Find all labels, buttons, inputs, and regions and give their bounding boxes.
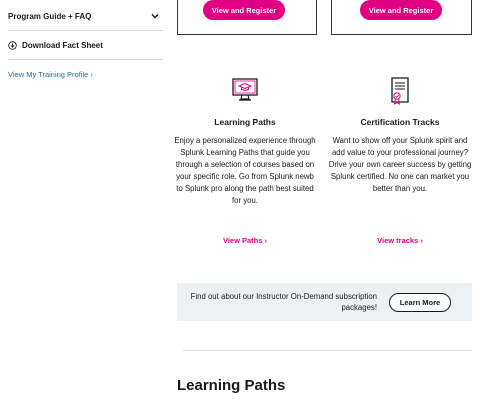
section-divider bbox=[183, 350, 472, 351]
banner-text: Find out about our Instructor On-Demand … bbox=[190, 292, 377, 312]
course-card: View and Register bbox=[331, 0, 472, 35]
download-icon bbox=[8, 40, 17, 50]
learn-more-button[interactable]: Learn More bbox=[389, 292, 451, 312]
sidebar-divider bbox=[8, 59, 163, 60]
feature-title: Certification Tracks bbox=[360, 117, 440, 127]
course-card: View and Register bbox=[177, 0, 317, 35]
sidebar: Program Guide + FAQ Download Fact Sheet … bbox=[8, 0, 163, 79]
download-label: Download Fact Sheet bbox=[22, 40, 103, 50]
program-guide-faq-toggle[interactable]: Program Guide + FAQ bbox=[8, 0, 163, 30]
monitor-graduation-cap-icon bbox=[172, 76, 318, 106]
download-fact-sheet-link[interactable]: Download Fact Sheet bbox=[8, 31, 163, 59]
view-and-register-button[interactable]: View and Register bbox=[203, 0, 285, 20]
view-and-register-button[interactable]: View and Register bbox=[360, 0, 442, 20]
feature-description: Want to show off your Splunk spirit and … bbox=[328, 136, 472, 193]
view-paths-link[interactable]: View Paths › bbox=[172, 236, 318, 245]
certificate-document-icon bbox=[327, 76, 473, 106]
section-heading: Learning Paths bbox=[177, 377, 286, 394]
certification-tracks-feature: Certification Tracks Want to show off yo… bbox=[327, 76, 473, 245]
view-tracks-link[interactable]: View tracks › bbox=[327, 236, 473, 245]
feature-description: Enjoy a personalized experience through … bbox=[174, 136, 316, 205]
faq-label: Program Guide + FAQ bbox=[8, 11, 92, 21]
chevron-down-icon bbox=[151, 12, 159, 20]
feature-title: Learning Paths bbox=[214, 117, 276, 127]
learning-paths-feature: Learning Paths Enjoy a personalized expe… bbox=[172, 76, 318, 245]
on-demand-banner: Find out about our Instructor On-Demand … bbox=[177, 283, 472, 321]
view-training-profile-link[interactable]: View My Training Profile › bbox=[8, 70, 163, 79]
